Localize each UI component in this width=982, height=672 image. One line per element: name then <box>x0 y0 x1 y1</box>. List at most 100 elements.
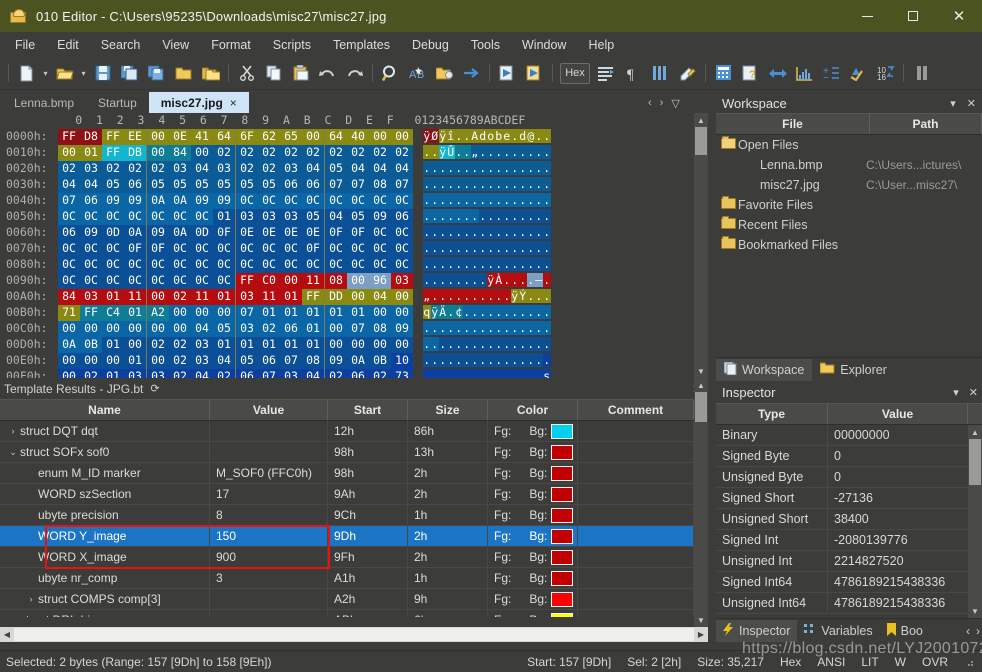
hex-byte[interactable]: 0C <box>369 193 391 209</box>
refresh-icon[interactable]: ⟳ <box>150 382 159 395</box>
hex-byte[interactable]: C0 <box>258 273 280 289</box>
scroll-right-icon[interactable]: ▶ <box>694 630 708 639</box>
template-cell-color[interactable]: Fg: Bg: <box>488 462 578 484</box>
hex-byte[interactable]: 03 <box>80 161 102 177</box>
tab-list-icon[interactable]: ▽ <box>671 97 679 110</box>
hex-byte[interactable]: 0C <box>258 257 280 273</box>
hex-byte[interactable]: 0C <box>391 257 413 273</box>
hex-byte[interactable]: 0C <box>147 209 169 225</box>
histogram-icon[interactable] <box>791 60 818 87</box>
template-cell-color[interactable]: Fg: Bg: <box>488 567 578 589</box>
hex-byte[interactable]: 00 <box>347 289 369 305</box>
hex-byte[interactable]: 09 <box>191 193 213 209</box>
hex-byte[interactable]: 0C <box>124 209 146 225</box>
copy-icon[interactable] <box>260 60 287 87</box>
find-in-files-icon[interactable] <box>431 60 458 87</box>
hex-row[interactable]: 00E0h: 00 00 00 01 00 02 03 04 05 06 07 08 09 0A 0B 10..… <box>0 353 708 369</box>
hex-byte[interactable]: 00 <box>147 289 169 305</box>
hex-byte[interactable]: 03 <box>147 369 169 378</box>
hex-byte[interactable]: 0C <box>58 273 80 289</box>
hex-ascii[interactable]: ................ <box>423 161 551 177</box>
hex-vertical-scrollbar[interactable]: ▲ ▼ <box>694 113 708 378</box>
hex-byte[interactable]: 0C <box>102 241 124 257</box>
hex-byte[interactable]: 09 <box>391 321 413 337</box>
hex-byte[interactable]: DB <box>124 145 146 161</box>
inspector-value[interactable]: 4786189215438336 <box>828 572 982 593</box>
template-row[interactable]: › struct DQT dqt 12h 86h Fg: Bg: <box>0 421 708 442</box>
scroll-thumb[interactable] <box>969 439 981 485</box>
hex-byte[interactable]: 0E <box>258 225 280 241</box>
scroll-down-icon[interactable]: ▼ <box>968 604 982 618</box>
cut-icon[interactable] <box>233 60 260 87</box>
column-mode-icon[interactable] <box>647 60 674 87</box>
hex-byte[interactable]: FF <box>58 129 80 145</box>
document-tab-2[interactable]: misc27.jpg × <box>148 92 249 113</box>
hex-byte[interactable]: 11 <box>191 289 213 305</box>
hex-byte[interactable]: 0C <box>213 273 235 289</box>
workspace-item[interactable]: Recent Files <box>716 215 982 235</box>
scroll-up-icon[interactable]: ▲ <box>968 425 982 439</box>
hex-byte[interactable]: 01 <box>280 337 302 353</box>
hex-byte[interactable]: 07 <box>58 193 80 209</box>
workspace-close-icon[interactable]: ✕ <box>967 97 976 110</box>
hex-byte[interactable]: 05 <box>302 209 324 225</box>
hex-byte[interactable]: 09 <box>102 193 124 209</box>
inspector-column-header-type[interactable]: Type <box>716 404 828 424</box>
goto-icon[interactable] <box>458 60 485 87</box>
menu-item-scripts[interactable]: Scripts <box>262 35 322 55</box>
tab-prev-icon[interactable]: ‹ <box>648 97 652 110</box>
hex-byte[interactable]: 02 <box>325 369 347 378</box>
hex-row[interactable]: 00C0h: 00 00 00 00 00 00 04 05 03 02 06 01 00 07 08 09..… <box>0 321 708 337</box>
hex-byte[interactable]: 03 <box>213 161 235 177</box>
template-row[interactable]: WORD szSection 17 9Ah 2h Fg: Bg: <box>0 483 708 505</box>
hex-byte[interactable]: 00 <box>302 129 324 145</box>
hex-byte[interactable]: 06 <box>391 209 413 225</box>
hex-ascii[interactable]: ................ <box>423 177 551 193</box>
hex-byte[interactable]: 0C <box>258 241 280 257</box>
hex-byte[interactable]: 01 <box>258 337 280 353</box>
hex-byte[interactable]: 71 <box>58 305 80 321</box>
hex-editor[interactable]: 0 1 2 3 4 5 6 7 8 9 A B C D E F 01234567… <box>0 113 708 378</box>
hex-byte[interactable]: 06 <box>80 193 102 209</box>
hex-byte[interactable]: 0C <box>369 257 391 273</box>
hex-byte[interactable]: FF <box>80 305 102 321</box>
template-column-header-start[interactable]: Start <box>328 400 408 420</box>
hex-row[interactable]: 0060h: 06 09 0D 0A 09 0A 0D 0F 0E 0E 0E 0E 0F 0F 0C 0C..… <box>0 225 708 241</box>
hex-byte[interactable]: 04 <box>302 161 324 177</box>
hex-byte[interactable]: 02 <box>102 161 124 177</box>
hex-byte[interactable]: 01 <box>213 289 235 305</box>
hex-byte[interactable]: 01 <box>102 369 124 378</box>
workspace-column-header-path[interactable]: Path <box>870 114 982 134</box>
template-column-header-comment[interactable]: Comment <box>578 400 694 420</box>
inspector-row[interactable]: Binary 00000000 <box>716 424 982 446</box>
template-column-header-value[interactable]: Value <box>210 400 328 420</box>
color-swatch[interactable] <box>551 423 574 439</box>
vertical-splitter[interactable] <box>708 226 716 620</box>
hex-byte[interactable]: 0C <box>369 241 391 257</box>
new-file-dropdown-icon[interactable]: ▾ <box>40 60 51 87</box>
hex-byte[interactable]: 0A <box>124 225 146 241</box>
text-wrap-icon[interactable] <box>593 60 620 87</box>
document-tab-close-icon[interactable]: × <box>230 96 237 110</box>
hex-ascii[interactable]: ...............s <box>423 369 551 378</box>
minimize-button[interactable] <box>844 0 890 32</box>
template-cell-color[interactable]: Fg: Bg: <box>488 441 578 463</box>
hex-byte[interactable]: 02 <box>258 161 280 177</box>
hex-byte[interactable]: 03 <box>191 353 213 369</box>
run-template-icon[interactable] <box>521 60 548 87</box>
open-project-icon[interactable] <box>197 60 224 87</box>
hex-byte[interactable]: 06 <box>302 177 324 193</box>
hex-byte[interactable]: 0C <box>213 257 235 273</box>
hex-byte[interactable]: 04 <box>191 161 213 177</box>
checksum-icon[interactable]: + − <box>818 60 845 87</box>
hex-byte[interactable]: 0A <box>347 353 369 369</box>
template-cell-color[interactable]: Fg: Bg: <box>488 421 578 442</box>
hex-byte[interactable]: 05 <box>147 177 169 193</box>
menu-item-file[interactable]: File <box>4 35 46 55</box>
hex-byte[interactable]: 06 <box>258 353 280 369</box>
workspace-tree[interactable]: Open Files Lenna.bmp C:\Users...ictures\ mi… <box>716 135 982 255</box>
template-row[interactable]: WORD X_image 900 9Fh 2h Fg: Bg: <box>0 546 708 568</box>
hex-byte[interactable]: 03 <box>124 369 146 378</box>
inspector-column-header-value[interactable]: Value <box>828 404 968 424</box>
hex-byte[interactable]: 00 <box>58 353 80 369</box>
